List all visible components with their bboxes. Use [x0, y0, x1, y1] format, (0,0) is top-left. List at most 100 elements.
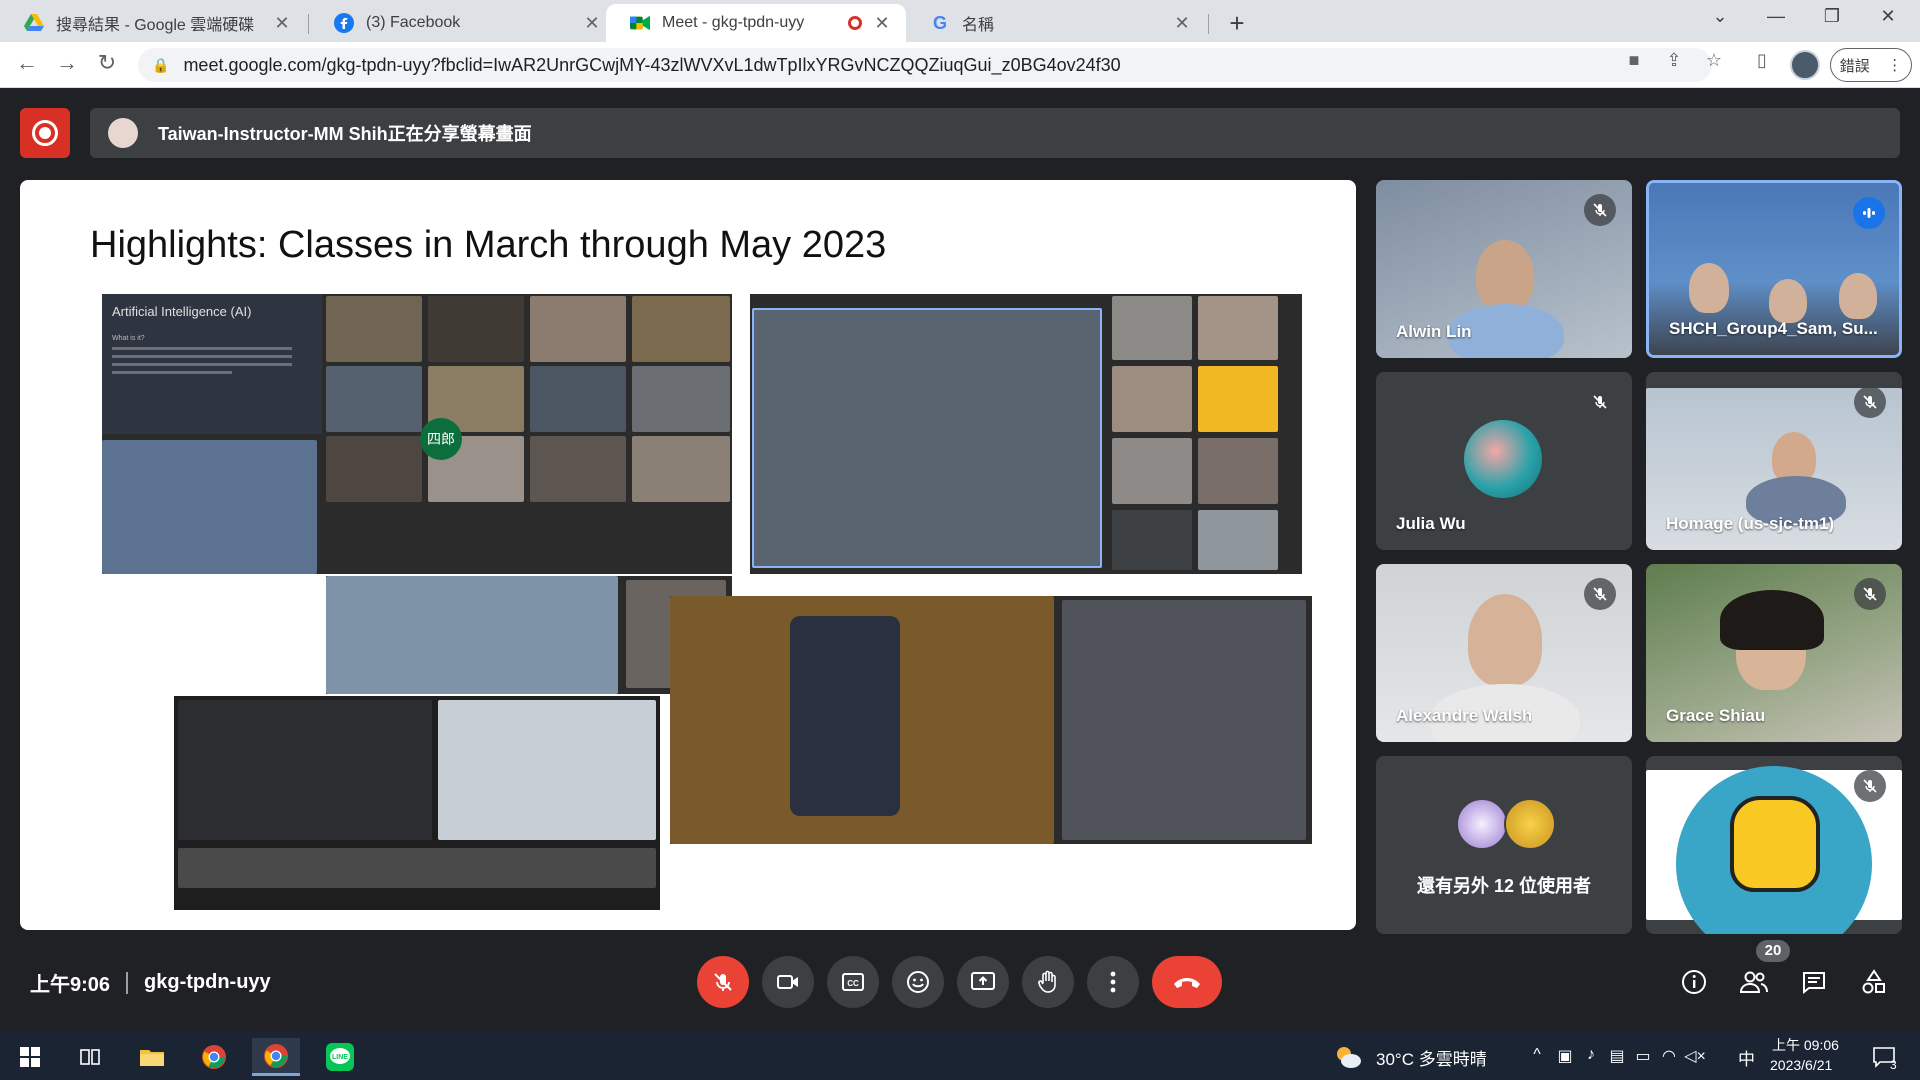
tab-name[interactable]: G 名稱 ✕	[906, 4, 1206, 42]
close-icon[interactable]: ✕	[872, 13, 892, 34]
activities-button[interactable]	[1852, 960, 1896, 1004]
notifications-icon[interactable]	[1860, 1038, 1908, 1076]
lock-icon[interactable]: 🔒	[152, 57, 169, 74]
video-thumb	[1198, 438, 1278, 504]
forward-arrow-icon[interactable]: →	[52, 50, 82, 76]
speaker-muted-icon[interactable]: ◁×	[1684, 1046, 1706, 1066]
captions-button[interactable]: CC	[827, 956, 879, 1008]
avatar-label: 四郎	[420, 418, 462, 460]
participant-count-badge: 20	[1756, 940, 1790, 962]
meeting-time: 上午9:06	[30, 974, 111, 996]
reactions-button[interactable]	[892, 956, 944, 1008]
chat-icon	[1803, 972, 1825, 994]
microphone-toggle-button[interactable]	[697, 956, 749, 1008]
microphone-tray-icon[interactable]: ♪	[1580, 1046, 1602, 1064]
camera-toggle-button[interactable]	[762, 956, 814, 1008]
participant-tile[interactable]	[1646, 756, 1902, 934]
weather-text[interactable]: 30°C 多雲時晴	[1376, 1045, 1487, 1070]
video-thumb	[530, 436, 626, 502]
participant-tile[interactable]: Grace Shiau	[1646, 564, 1902, 742]
participant-tile[interactable]: Alwin Lin	[1376, 180, 1632, 358]
tab-google-drive[interactable]: 搜尋結果 - Google 雲端硬碟 ✕	[0, 4, 306, 42]
minimize-icon[interactable]: —	[1756, 6, 1796, 27]
file-explorer-icon[interactable]	[128, 1038, 176, 1076]
ime-indicator[interactable]: 中	[1738, 1045, 1755, 1070]
more-participants-label: 還有另外 12 位使用者	[1416, 876, 1592, 896]
activities-shapes-icon	[1862, 969, 1885, 994]
slide-title: Highlights: Classes in March through May…	[90, 224, 887, 266]
chat-button[interactable]	[1792, 960, 1836, 1004]
participant-tile[interactable]: Julia Wu	[1376, 372, 1632, 550]
windows-taskbar: LINE 30°C 多雲時晴 ^ ▣ ♪ ▤ ▭ ◠ ◁× 中 上午 09:06…	[0, 1032, 1920, 1080]
raise-hand-button[interactable]	[1022, 956, 1074, 1008]
taskbar-time[interactable]: 上午 09:06	[1772, 1035, 1839, 1055]
video-thumb	[428, 296, 524, 362]
code-editor	[178, 700, 432, 840]
window-close-icon[interactable]: ✕	[1868, 6, 1908, 27]
address-bar[interactable]: 🔒 meet.google.com/gkg-tpdn-uyy?fbclid=Iw…	[138, 48, 1712, 82]
camera-blocked-icon[interactable]: ■	[1620, 50, 1648, 71]
battery-icon[interactable]: ▭	[1632, 1046, 1654, 1066]
recording-button[interactable]	[20, 108, 70, 158]
meeting-code: gkg-tpdn-uyy	[144, 971, 271, 993]
maximize-icon[interactable]: ❐	[1812, 6, 1852, 27]
back-arrow-icon[interactable]: ←	[12, 50, 42, 76]
leave-call-button[interactable]	[1152, 956, 1222, 1008]
tab-divider	[308, 14, 309, 34]
participant-name: Alexandre Walsh	[1396, 706, 1533, 725]
close-icon[interactable]: ✕	[1172, 13, 1192, 34]
tab-search-chevron-icon[interactable]: ⌄	[1700, 6, 1740, 27]
display-tray-icon[interactable]: ▤	[1606, 1046, 1628, 1066]
mic-off-icon	[1854, 578, 1886, 610]
tab-title: 搜尋結果 - Google 雲端硬碟	[56, 17, 255, 34]
people-icon	[1739, 971, 1768, 993]
video-thumb	[632, 436, 730, 502]
participant-name: Homage (us-sjc-tm1)	[1666, 514, 1835, 533]
meeting-details-button[interactable]	[1672, 960, 1716, 1004]
new-tab-button[interactable]: +	[1222, 8, 1252, 39]
people-button[interactable]	[1732, 960, 1776, 1004]
meet-camera-tray-icon[interactable]: ▣	[1554, 1046, 1576, 1066]
side-panel-icon[interactable]: ▯	[1748, 50, 1776, 71]
tab-facebook[interactable]: (3) Facebook ✕	[310, 4, 616, 42]
line-app-icon[interactable]: LINE	[316, 1038, 364, 1076]
more-participants-tile[interactable]: 還有另外 12 位使用者	[1376, 756, 1632, 934]
mic-off-icon	[714, 973, 732, 991]
tab-title: 名稱	[962, 17, 995, 34]
error-button[interactable]: 錯誤 ⋮	[1830, 48, 1912, 82]
chrome-active-window-icon[interactable]	[252, 1038, 300, 1076]
facebook-icon	[334, 13, 354, 33]
video-thumb	[1198, 296, 1278, 360]
tab-google-meet[interactable]: Meet - gkg-tpdn-uyy ✕	[606, 4, 906, 42]
bookmark-star-icon[interactable]: ☆	[1700, 50, 1728, 71]
windows-start-icon[interactable]	[6, 1038, 54, 1076]
participant-face	[1689, 263, 1729, 313]
show-hidden-icons-chevron-icon[interactable]: ^	[1526, 1046, 1548, 1064]
reload-icon[interactable]: ↻	[92, 50, 122, 76]
class-screenshot-ai: Artificial Intelligence (AI) What is it?	[102, 294, 732, 574]
participant-avatar	[1504, 798, 1556, 850]
wifi-icon[interactable]: ◠	[1658, 1046, 1680, 1066]
weather-cloud-sun-icon[interactable]	[1330, 1038, 1366, 1076]
profile-avatar[interactable]	[1790, 50, 1820, 80]
participant-tile[interactable]: SHCH_Group4_Sam, Su...	[1646, 180, 1902, 358]
close-icon[interactable]: ✕	[272, 13, 292, 34]
video-thumb	[530, 366, 626, 432]
participant-avatar	[1456, 798, 1508, 850]
meeting-info: 上午9:06 gkg-tpdn-uyy	[30, 968, 271, 997]
mic-off-icon	[1854, 386, 1886, 418]
error-label: 錯誤	[1839, 57, 1870, 75]
present-screen-button[interactable]	[957, 956, 1009, 1008]
chrome-icon[interactable]	[190, 1038, 238, 1076]
more-options-button[interactable]	[1087, 956, 1139, 1008]
participant-tile[interactable]: Homage (us-sjc-tm1)	[1646, 372, 1902, 550]
taskbar-date[interactable]: 2023/6/21	[1770, 1057, 1832, 1073]
video-thumb	[1112, 366, 1192, 432]
share-icon[interactable]: ⇪	[1660, 50, 1688, 71]
video-camera-icon	[777, 975, 798, 989]
video-thumb	[1112, 510, 1192, 570]
participant-tile[interactable]: Alexandre Walsh	[1376, 564, 1632, 742]
task-view-icon[interactable]	[66, 1038, 114, 1076]
present-screen-icon	[971, 972, 995, 990]
close-icon[interactable]: ✕	[582, 13, 602, 34]
